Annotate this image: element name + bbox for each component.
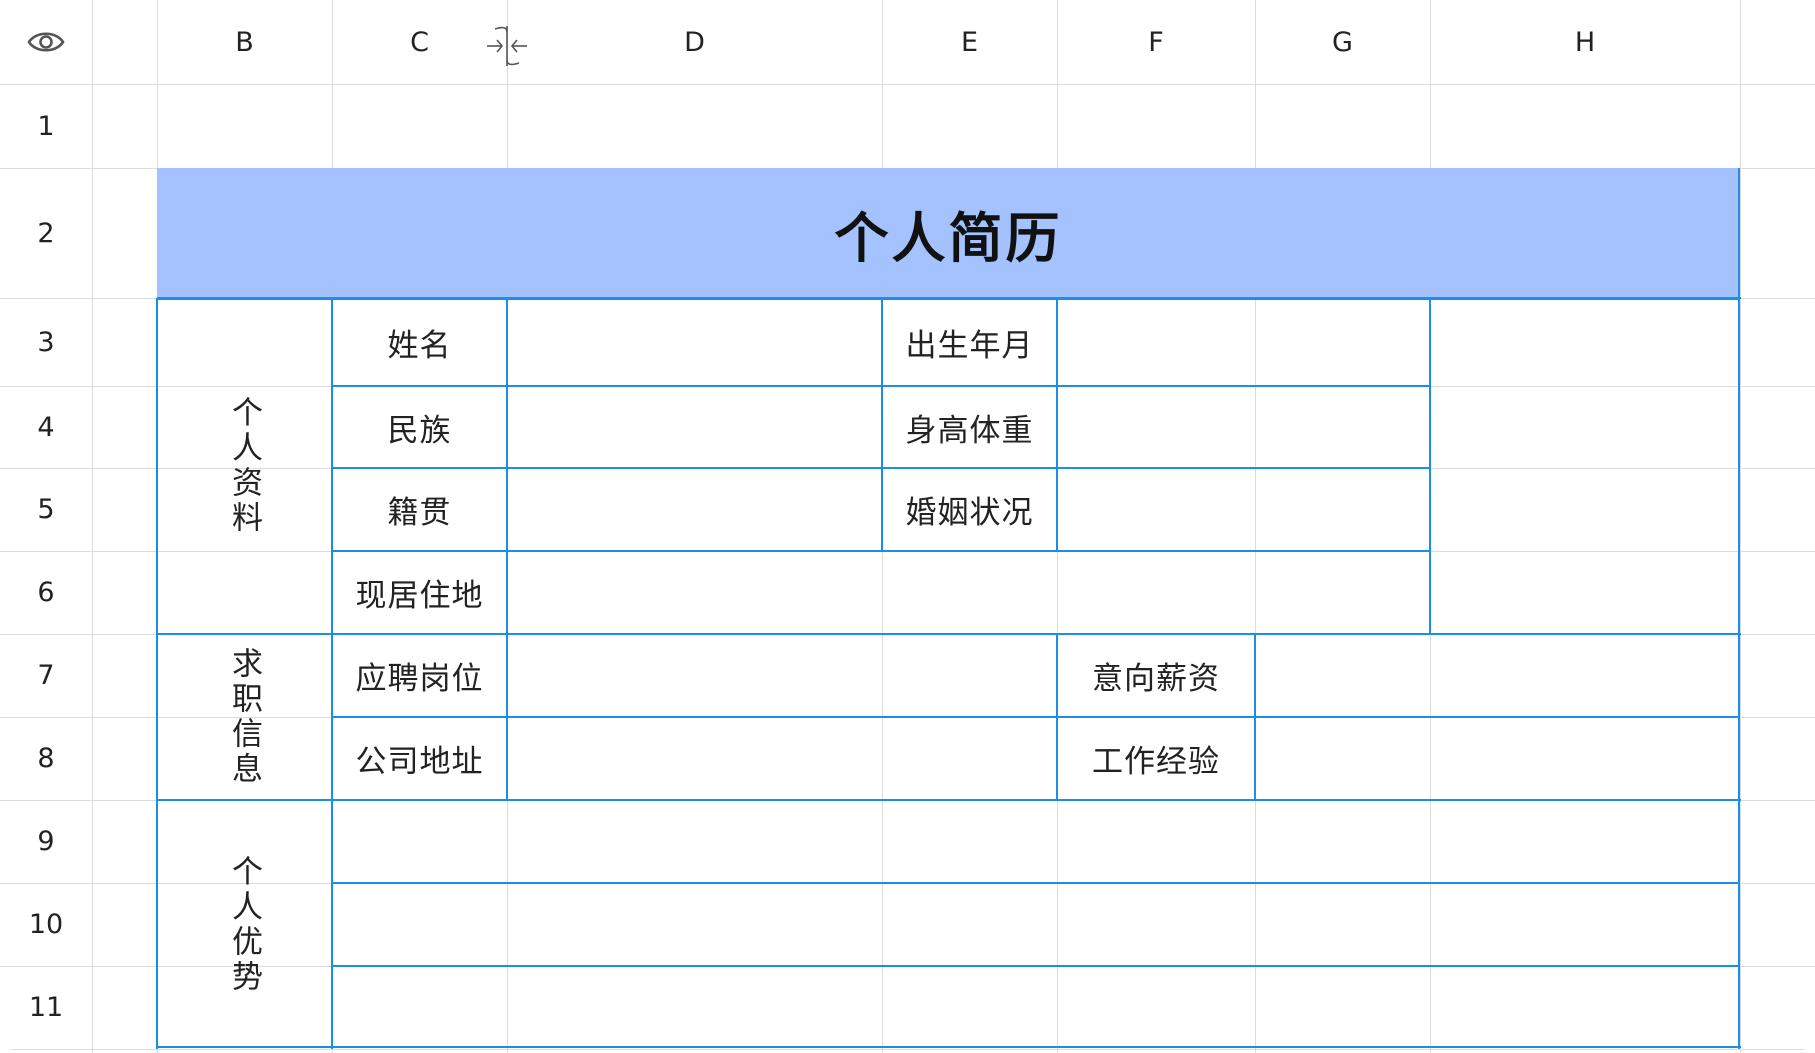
table-border-horizontal bbox=[332, 550, 1430, 552]
table-border-horizontal bbox=[157, 799, 1741, 801]
table-border-vertical bbox=[1056, 298, 1058, 551]
row-header-11[interactable]: 11 bbox=[0, 966, 92, 1049]
column-header-b[interactable]: B bbox=[157, 0, 332, 84]
table-border-horizontal bbox=[332, 716, 1740, 718]
gridline-horizontal bbox=[0, 1049, 1815, 1050]
eye-icon bbox=[27, 32, 65, 52]
gridline-vertical bbox=[1740, 0, 1741, 1053]
height-weight-input-cell[interactable] bbox=[1057, 386, 1430, 468]
row-header-9[interactable]: 9 bbox=[0, 800, 92, 883]
table-border-vertical bbox=[331, 298, 333, 1049]
column-header-e[interactable]: E bbox=[882, 0, 1057, 84]
column-resize-icon bbox=[487, 26, 527, 66]
company-address-input-cell[interactable] bbox=[507, 717, 1057, 800]
table-border-horizontal bbox=[157, 297, 1741, 299]
section-job-info[interactable]: 求职信息 bbox=[157, 634, 332, 800]
marital-input-cell[interactable] bbox=[1057, 468, 1430, 551]
row-header-10[interactable]: 10 bbox=[0, 883, 92, 966]
resume-title[interactable]: 个人简历 bbox=[157, 168, 1740, 298]
section-strengths[interactable]: 个人优势 bbox=[157, 800, 332, 1049]
salary-label[interactable]: 意向薪资 bbox=[1057, 634, 1255, 717]
table-border-horizontal bbox=[332, 965, 1740, 967]
table-border-vertical bbox=[881, 298, 883, 551]
experience-label[interactable]: 工作经验 bbox=[1057, 717, 1255, 800]
table-border-vertical bbox=[506, 298, 508, 800]
strength-row-1-cell[interactable] bbox=[332, 800, 1740, 883]
photo-cell[interactable] bbox=[1430, 298, 1740, 634]
birth-input-cell[interactable] bbox=[1057, 298, 1430, 386]
table-border-vertical bbox=[156, 298, 158, 1049]
row-header-2[interactable]: 2 bbox=[0, 168, 92, 298]
column-header-f[interactable]: F bbox=[1057, 0, 1255, 84]
residence-input-cell[interactable] bbox=[507, 551, 1430, 634]
table-border-vertical bbox=[1738, 168, 1740, 1049]
name-label[interactable]: 姓名 bbox=[332, 298, 507, 386]
row-header-5[interactable]: 5 bbox=[0, 468, 92, 551]
company-address-label[interactable]: 公司地址 bbox=[332, 717, 507, 800]
name-input-cell[interactable] bbox=[507, 298, 882, 386]
toggle-visibility-button[interactable] bbox=[0, 0, 92, 84]
column-resize-handle[interactable] bbox=[485, 24, 529, 68]
table-border-vertical bbox=[1429, 298, 1431, 634]
gridline-horizontal bbox=[0, 84, 1815, 85]
row-header-6[interactable]: 6 bbox=[0, 551, 92, 634]
column-header-g[interactable]: G bbox=[1255, 0, 1430, 84]
table-border-horizontal bbox=[157, 1046, 1741, 1048]
table-border-horizontal bbox=[157, 633, 1741, 635]
salary-input-cell[interactable] bbox=[1255, 634, 1740, 717]
native-place-label[interactable]: 籍贯 bbox=[332, 468, 507, 551]
section-personal-info[interactable]: 个人资料 bbox=[157, 298, 332, 634]
strength-row-2-cell[interactable] bbox=[332, 883, 1740, 966]
strength-row-3-cell[interactable] bbox=[332, 966, 1740, 1049]
height-weight-label[interactable]: 身高体重 bbox=[882, 386, 1057, 468]
residence-label[interactable]: 现居住地 bbox=[332, 551, 507, 634]
table-border-horizontal bbox=[332, 467, 1430, 469]
spreadsheet-window: B C D E F G H 1 2 3 4 5 6 7 8 9 10 11 个人… bbox=[0, 0, 1815, 1053]
table-border-horizontal bbox=[332, 882, 1740, 884]
position-label[interactable]: 应聘岗位 bbox=[332, 634, 507, 717]
column-header-c[interactable]: C bbox=[332, 0, 507, 84]
ethnicity-input-cell[interactable] bbox=[507, 386, 882, 468]
position-input-cell[interactable] bbox=[507, 634, 1057, 717]
table-border-horizontal bbox=[332, 385, 1430, 387]
row-header-8[interactable]: 8 bbox=[0, 717, 92, 800]
ethnicity-label[interactable]: 民族 bbox=[332, 386, 507, 468]
column-header-h[interactable]: H bbox=[1430, 0, 1740, 84]
birth-label[interactable]: 出生年月 bbox=[882, 298, 1057, 386]
column-header-d[interactable]: D bbox=[507, 0, 882, 84]
row-header-1[interactable]: 1 bbox=[0, 84, 92, 168]
native-place-input-cell[interactable] bbox=[507, 468, 882, 551]
row-header-3[interactable]: 3 bbox=[0, 298, 92, 386]
row-header-7[interactable]: 7 bbox=[0, 634, 92, 717]
experience-input-cell[interactable] bbox=[1255, 717, 1740, 800]
gridline-vertical bbox=[92, 0, 93, 1053]
marital-label[interactable]: 婚姻状况 bbox=[882, 468, 1057, 551]
row-header-4[interactable]: 4 bbox=[0, 386, 92, 468]
